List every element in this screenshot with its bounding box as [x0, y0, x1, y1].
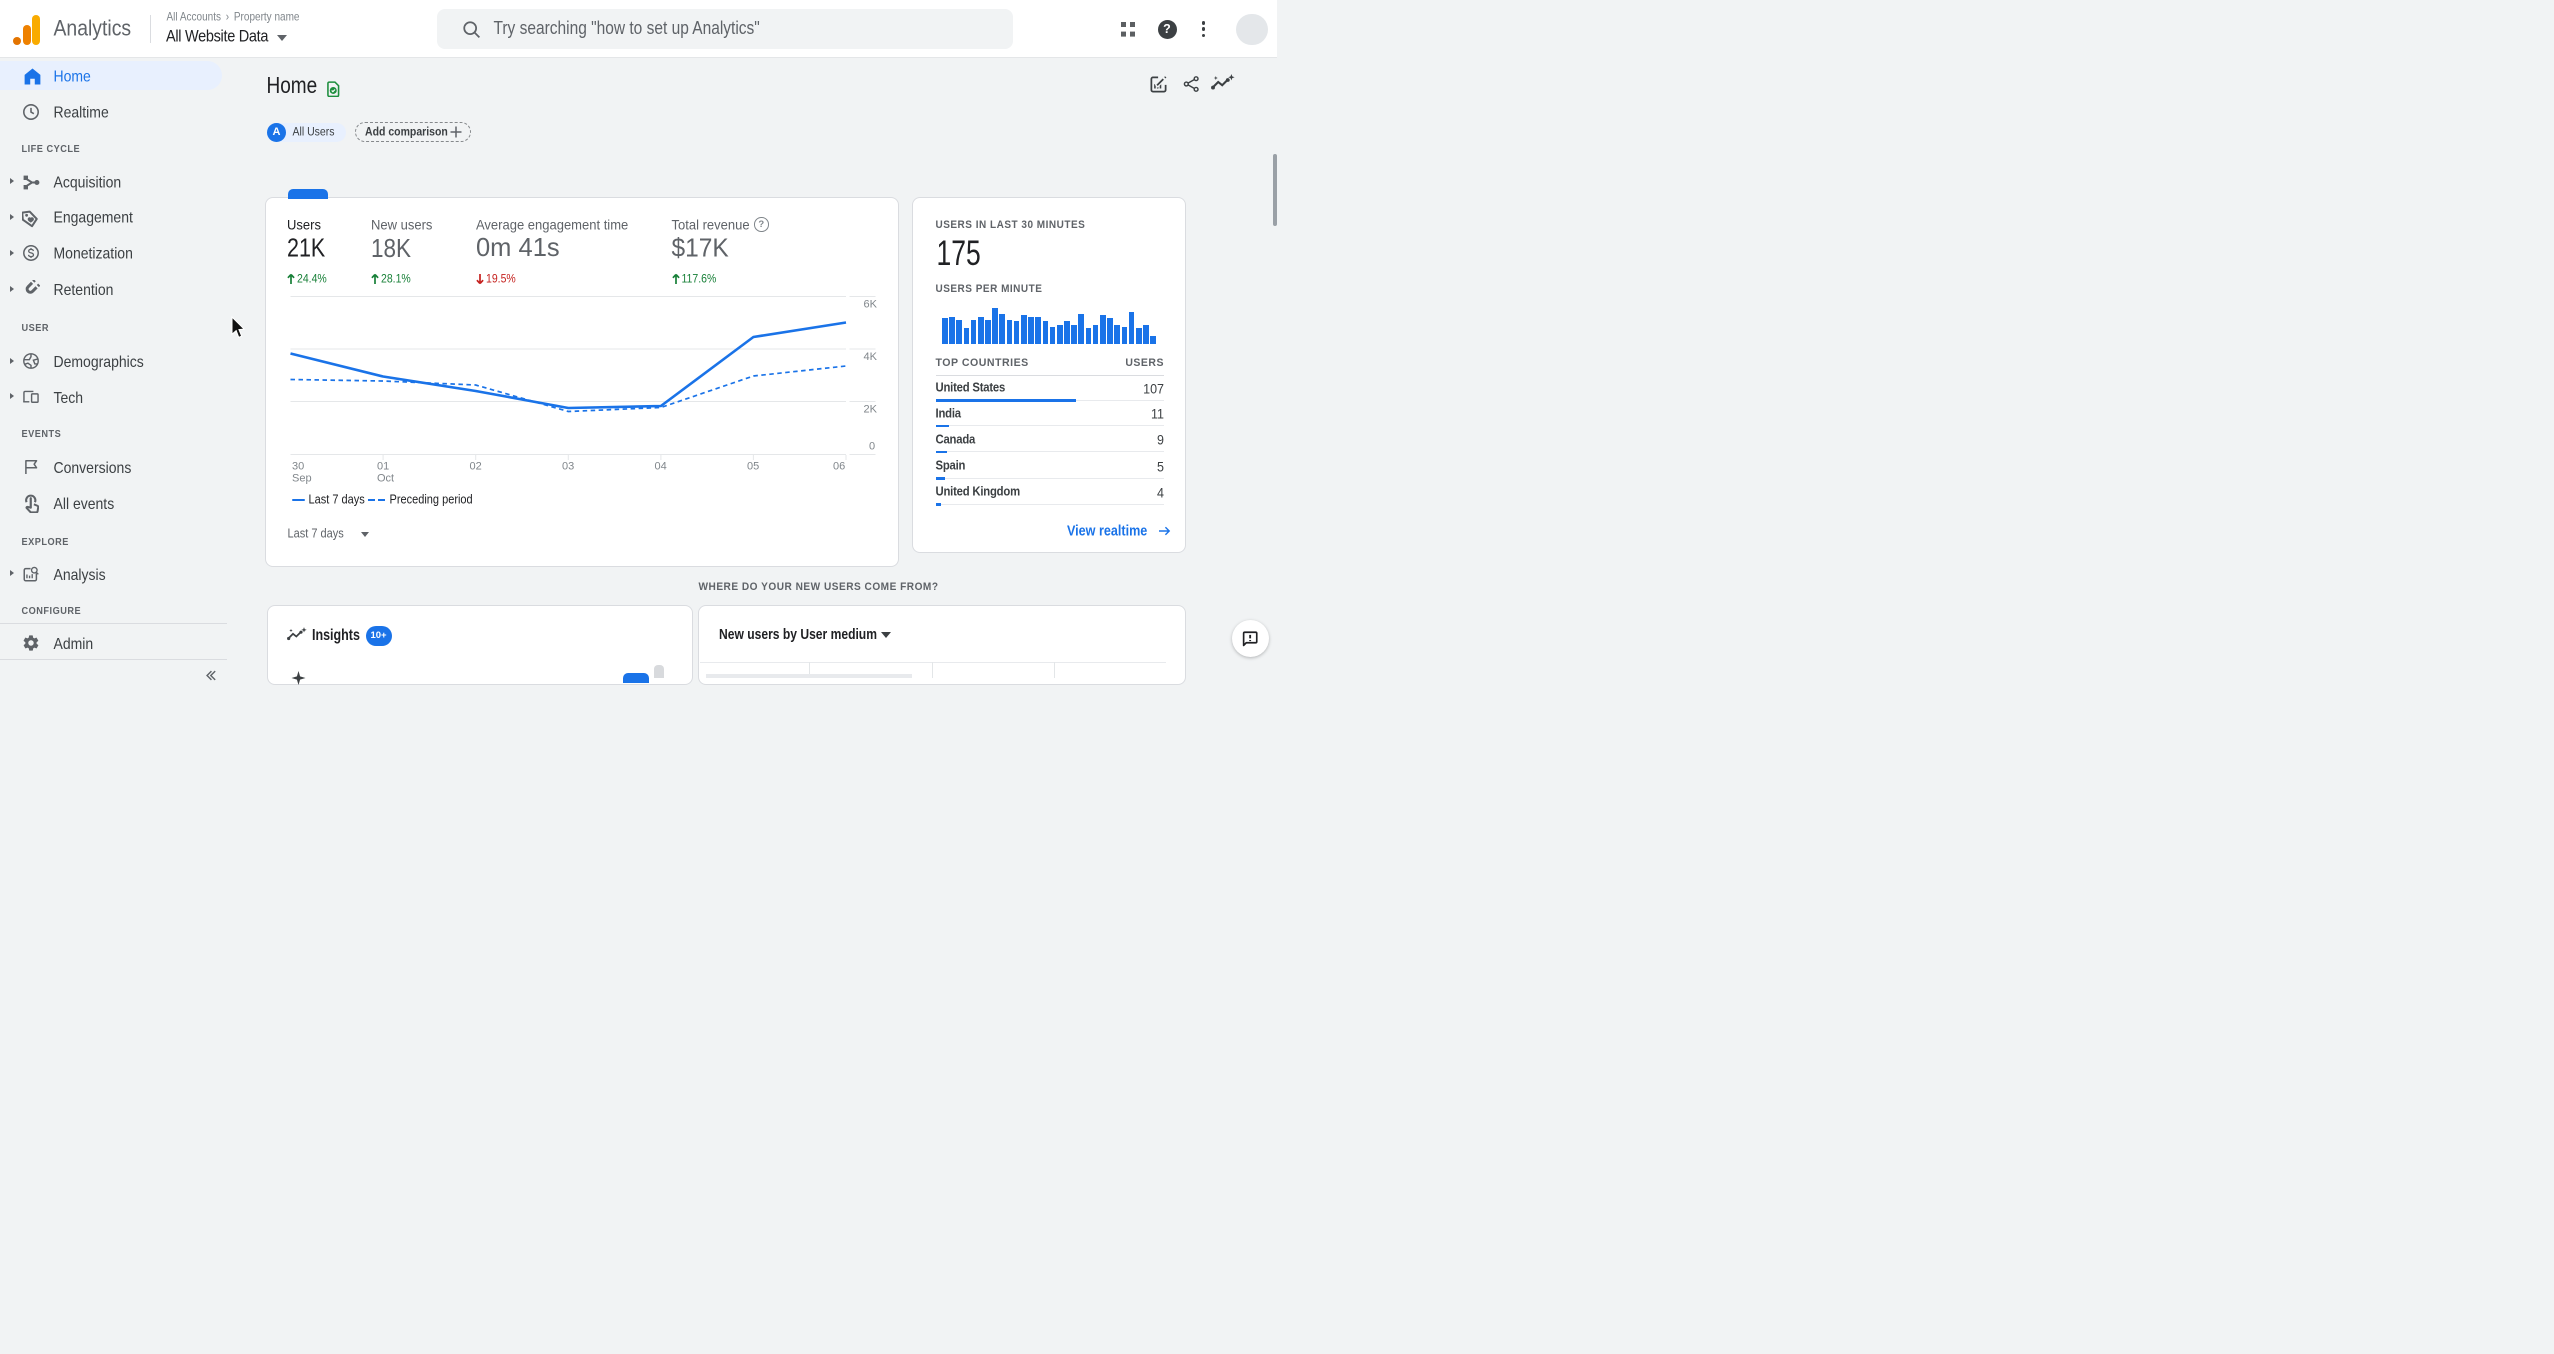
svg-text:0: 0 [869, 441, 875, 453]
svg-text:4K: 4K [864, 351, 878, 363]
svg-text:04: 04 [655, 461, 667, 473]
svg-text:6K: 6K [864, 299, 878, 311]
svg-text:2K: 2K [864, 404, 878, 416]
svg-text:06: 06 [833, 461, 845, 473]
svg-text:01: 01 [377, 461, 389, 473]
svg-text:Sep: Sep [292, 473, 312, 485]
svg-text:02: 02 [470, 461, 482, 473]
svg-text:30: 30 [292, 461, 304, 473]
svg-text:Oct: Oct [377, 473, 394, 485]
svg-text:03: 03 [562, 461, 574, 473]
svg-text:05: 05 [747, 461, 759, 473]
